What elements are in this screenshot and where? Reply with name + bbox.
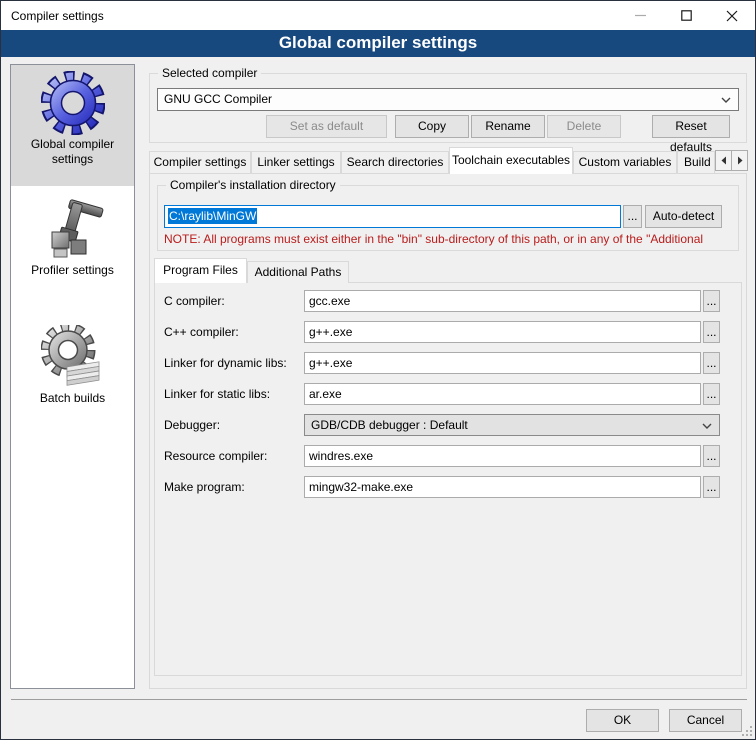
sidebar-item-global-compiler-settings[interactable]: Global compiler settings (11, 65, 134, 186)
resource-compiler-browse-button[interactable]: ... (703, 445, 720, 467)
page-title: Global compiler settings (1, 30, 755, 57)
dynamic-linker-label: Linker for dynamic libs: (164, 356, 287, 370)
compiler-settings-dialog: Compiler settings Global compiler settin… (0, 0, 756, 740)
blue-gear-icon (41, 71, 105, 135)
selected-compiler-legend: Selected compiler (158, 66, 261, 80)
window-title: Compiler settings (11, 9, 104, 23)
rename-button[interactable]: Rename (471, 115, 545, 138)
footer-divider (11, 699, 747, 700)
resize-grip[interactable] (742, 726, 752, 736)
tab-search-directories[interactable]: Search directories (341, 151, 449, 173)
cpp-compiler-input[interactable] (304, 321, 701, 343)
resource-compiler-input[interactable] (304, 445, 701, 467)
tab-build-options-clipped[interactable]: Build options (677, 151, 715, 173)
arrow-right-icon (737, 156, 743, 165)
dynamic-linker-browse-button[interactable]: ... (703, 352, 720, 374)
dynamic-linker-input[interactable] (304, 352, 701, 374)
tab-compiler-settings[interactable]: Compiler settings (149, 151, 251, 173)
gray-gear-stack-icon (41, 325, 105, 389)
browse-directory-button[interactable]: ... (623, 205, 642, 228)
debugger-select[interactable]: GDB/CDB debugger : Default (304, 414, 720, 436)
title-bar: Compiler settings (1, 1, 755, 30)
cpp-compiler-label: C++ compiler: (164, 325, 239, 339)
resource-compiler-label: Resource compiler: (164, 449, 267, 463)
set-as-default-button[interactable]: Set as default (266, 115, 387, 138)
static-linker-label: Linker for static libs: (164, 387, 270, 401)
c-compiler-label: C compiler: (164, 294, 225, 308)
tab-toolchain-executables[interactable]: Toolchain executables (449, 147, 573, 174)
installation-directory-value: C:\raylib\MinGW (168, 208, 257, 224)
maximize-icon (681, 10, 692, 21)
subtab-additional-paths[interactable]: Additional Paths (247, 261, 349, 283)
tab-custom-variables[interactable]: Custom variables (573, 151, 677, 173)
c-compiler-browse-button[interactable]: ... (703, 290, 720, 312)
chevron-down-icon (721, 97, 731, 103)
arrow-left-icon (721, 156, 727, 165)
static-linker-browse-button[interactable]: ... (703, 383, 720, 405)
c-compiler-input[interactable] (304, 290, 701, 312)
installation-directory-input[interactable]: C:\raylib\MinGW (164, 205, 621, 228)
subtab-program-files[interactable]: Program Files (154, 258, 247, 283)
debugger-label: Debugger: (164, 418, 220, 432)
debugger-select-value: GDB/CDB debugger : Default (311, 418, 468, 432)
make-program-input[interactable] (304, 476, 701, 498)
tab-linker-settings[interactable]: Linker settings (251, 151, 341, 173)
make-program-label: Make program: (164, 480, 245, 494)
sidebar-item-label: Batch builds (11, 391, 134, 406)
maximize-button[interactable] (664, 1, 709, 30)
close-icon (726, 10, 738, 22)
sidebar-item-label: Global compiler settings (11, 137, 134, 167)
cancel-button[interactable]: Cancel (669, 709, 742, 732)
sidebar-item-label: Profiler settings (11, 263, 134, 278)
caliper-icon (41, 197, 105, 261)
copy-button[interactable]: Copy (395, 115, 469, 138)
ok-button[interactable]: OK (586, 709, 659, 732)
minimize-icon (635, 10, 646, 21)
auto-detect-button[interactable]: Auto-detect (645, 205, 722, 228)
close-button[interactable] (709, 1, 754, 30)
compiler-select-value: GNU GCC Compiler (164, 92, 272, 106)
installation-directory-legend: Compiler's installation directory (166, 178, 340, 192)
tab-scroll-left-button[interactable] (715, 150, 732, 171)
sidebar-item-profiler-settings[interactable]: Profiler settings (11, 189, 134, 291)
settings-category-list: Global compiler settings (10, 64, 135, 689)
delete-button[interactable]: Delete (547, 115, 621, 138)
static-linker-input[interactable] (304, 383, 701, 405)
tab-scroll-right-button[interactable] (731, 150, 748, 171)
sidebar-item-batch-builds[interactable]: Batch builds (11, 319, 134, 415)
minimize-button[interactable] (618, 1, 663, 30)
reset-defaults-button[interactable]: Reset defaults (652, 115, 730, 138)
bin-subdirectory-note: NOTE: All programs must exist either in … (164, 232, 739, 246)
chevron-down-icon (702, 423, 712, 429)
cpp-compiler-browse-button[interactable]: ... (703, 321, 720, 343)
make-program-browse-button[interactable]: ... (703, 476, 720, 498)
compiler-select[interactable]: GNU GCC Compiler (157, 88, 739, 111)
